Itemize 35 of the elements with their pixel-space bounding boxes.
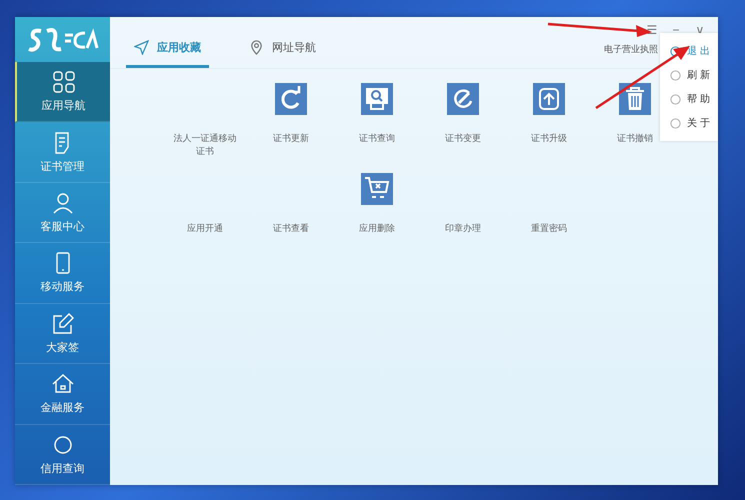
- app-label[interactable]: 证书变更: [431, 133, 495, 146]
- app-label[interactable]: 重置密码: [517, 223, 581, 236]
- app-icon[interactable]: [275, 83, 307, 115]
- app-label[interactable]: 应用开通: [173, 223, 237, 236]
- send-icon: [134, 40, 149, 55]
- menu-item[interactable]: 刷 新: [660, 63, 718, 87]
- circle-icon: [670, 70, 681, 80]
- pen-icon: [50, 312, 74, 336]
- app-label[interactable]: 证书更新: [259, 133, 323, 146]
- app-icon[interactable]: [361, 83, 393, 115]
- window-control[interactable]: ☰: [642, 23, 662, 37]
- app-icon[interactable]: [361, 173, 393, 205]
- app-label[interactable]: 法人一证通移动证书: [173, 133, 237, 159]
- circle-icon: [670, 94, 681, 104]
- circle-icon: [670, 46, 681, 56]
- tab[interactable]: 应用收藏: [126, 40, 209, 68]
- app-label[interactable]: 应用删除: [345, 223, 409, 236]
- location-pin-icon: [249, 40, 264, 55]
- person-icon: [50, 191, 74, 216]
- app-icon[interactable]: [533, 83, 565, 115]
- app-label[interactable]: 证书升级: [517, 133, 581, 146]
- app-icon[interactable]: [447, 83, 479, 115]
- menu-item[interactable]: 退 出: [660, 39, 718, 63]
- app-icon[interactable]: [619, 83, 651, 115]
- header-text: 电子营业执照: [604, 44, 658, 57]
- app-label[interactable]: 印章办理: [431, 223, 495, 236]
- sidebar-item[interactable]: 应用导航: [15, 62, 110, 122]
- window-control[interactable]: −: [666, 23, 686, 37]
- circle-icon: [670, 118, 681, 128]
- tab[interactable]: 网址导航: [241, 40, 324, 68]
- menu-item[interactable]: 帮 助: [660, 87, 718, 111]
- app-label[interactable]: 证书查询: [345, 133, 409, 146]
- grid-icon: [52, 70, 76, 94]
- menu-item[interactable]: 关 于: [660, 111, 718, 135]
- app-label[interactable]: 证书查看: [259, 223, 323, 236]
